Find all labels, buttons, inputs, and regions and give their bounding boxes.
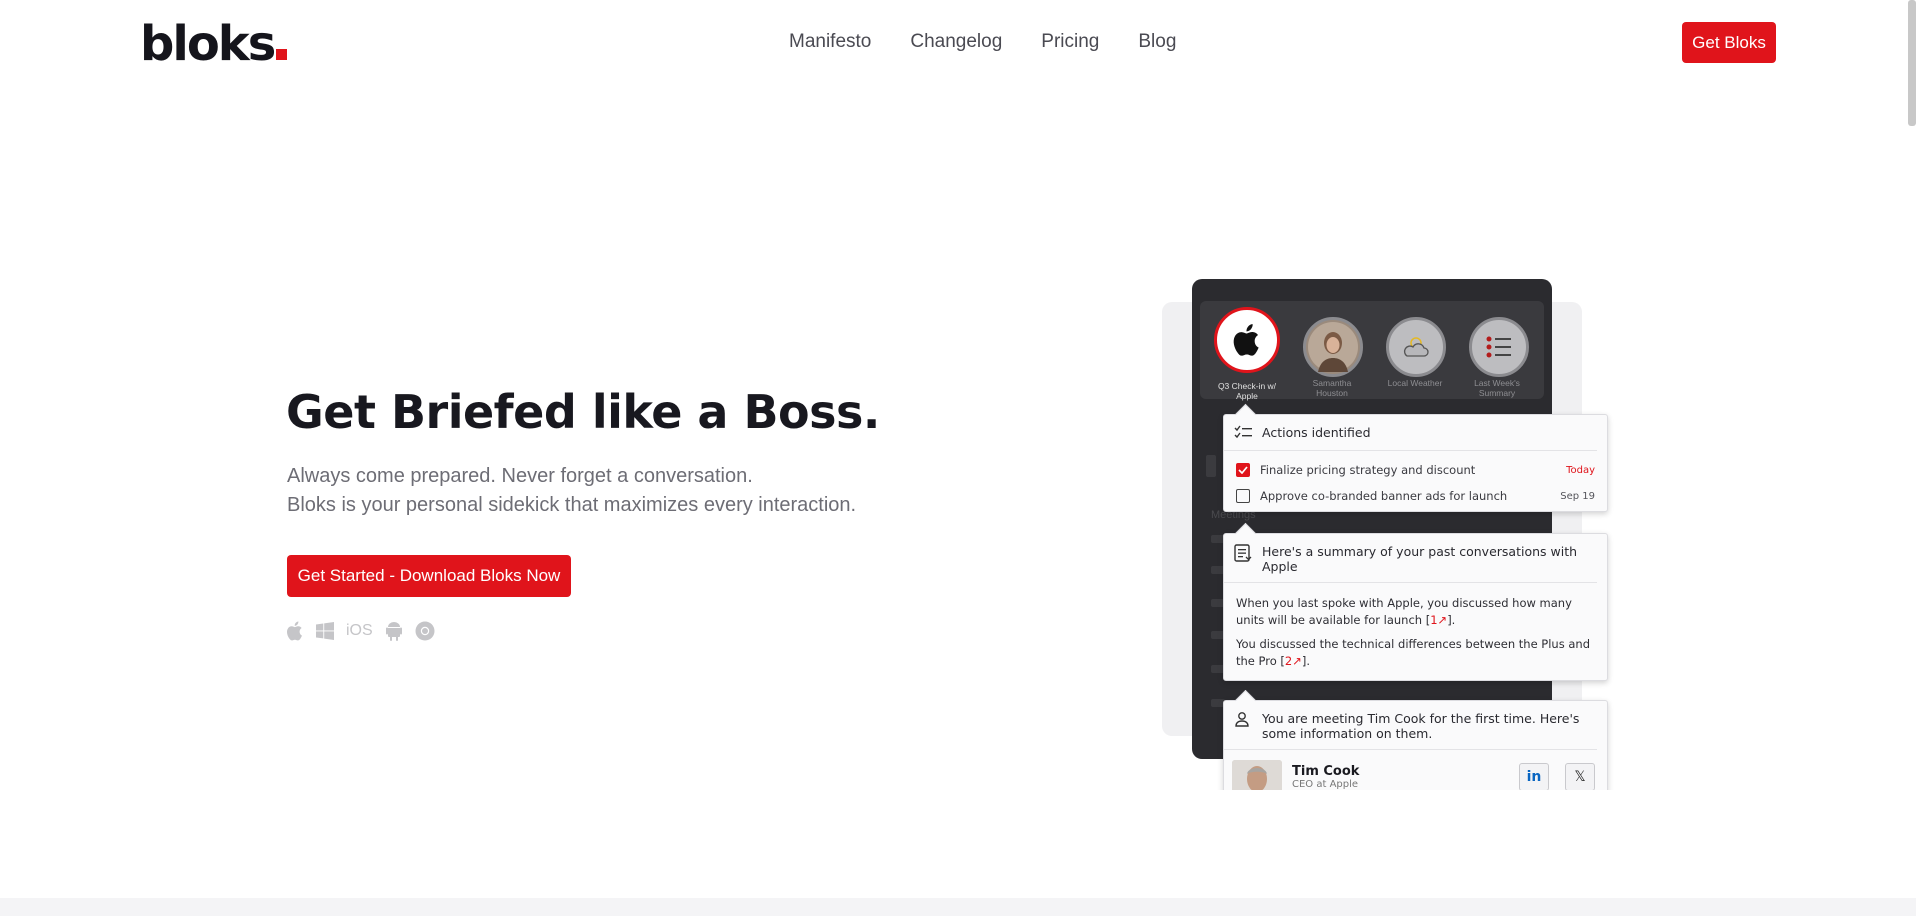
android-icon[interactable] bbox=[385, 620, 403, 642]
summary-paragraph: When you last spoke with Apple, you disc… bbox=[1236, 596, 1572, 627]
person-role: CEO at Apple bbox=[1292, 779, 1359, 790]
x-icon[interactable]: 𝕏 bbox=[1565, 763, 1595, 790]
windows-icon[interactable] bbox=[316, 620, 334, 642]
apple-icon bbox=[1233, 324, 1259, 356]
card-header: Here's a summary of your past conversati… bbox=[1224, 534, 1597, 583]
nav-manifesto[interactable]: Manifesto bbox=[789, 31, 871, 53]
apple-icon[interactable] bbox=[286, 620, 304, 642]
app-mockup: Q3 Check-in w/ Apple Samantha Houston Lo… bbox=[1192, 279, 1552, 759]
hero-subtitle: Always come prepared. Never forget a con… bbox=[287, 462, 856, 519]
check-icon bbox=[1238, 466, 1248, 474]
hero-title: Get Briefed like a Boss. bbox=[286, 385, 880, 439]
person-name: Tim Cook bbox=[1292, 764, 1360, 779]
linkedin-icon[interactable]: in bbox=[1519, 763, 1549, 790]
nav-blog[interactable]: Blog bbox=[1138, 31, 1176, 53]
checkbox-checked[interactable] bbox=[1236, 463, 1250, 477]
card-header: Actions identified bbox=[1224, 415, 1597, 451]
logo-dot bbox=[276, 49, 288, 60]
due-date: Today bbox=[1566, 464, 1595, 476]
chrome-icon[interactable] bbox=[415, 620, 435, 642]
summary-card: Here's a summary of your past conversati… bbox=[1223, 522, 1608, 681]
due-date: Sep 19 bbox=[1560, 490, 1595, 502]
avatar-label: Last Week's Summary bbox=[1474, 378, 1520, 398]
avatar-label: Local Weather bbox=[1387, 378, 1443, 388]
actions-card: Actions identified Finalize pricing stra… bbox=[1223, 403, 1608, 512]
checkbox-unchecked[interactable] bbox=[1236, 489, 1250, 503]
weather-icon bbox=[1403, 337, 1429, 357]
avatar-label: Q3 Check-in w/ Apple bbox=[1217, 381, 1277, 401]
avatar-summary[interactable] bbox=[1469, 317, 1529, 377]
list-icon bbox=[1486, 336, 1511, 358]
card-title: Here's a summary of your past conversati… bbox=[1262, 544, 1578, 574]
action-item[interactable]: Approve co-branded banner ads for launch… bbox=[1224, 483, 1607, 509]
platform-icons: iOS bbox=[286, 620, 435, 642]
ghost-block bbox=[1206, 455, 1216, 477]
next-section-band bbox=[0, 898, 1916, 916]
card-title: Actions identified bbox=[1262, 425, 1371, 440]
nav-changelog[interactable]: Changelog bbox=[910, 31, 1002, 53]
main-nav: Manifesto Changelog Pricing Blog bbox=[789, 31, 1176, 53]
person-row: Tim Cook CEO at Apple in 𝕏 bbox=[1224, 750, 1607, 790]
citation-link[interactable]: 2↗ bbox=[1285, 654, 1302, 668]
person-card-clip: You are meeting Tim Cook for the first t… bbox=[1210, 690, 1630, 790]
checklist-icon bbox=[1234, 425, 1252, 442]
person-info: Tim Cook CEO at Apple bbox=[1292, 764, 1509, 790]
person-avatar bbox=[1232, 760, 1282, 790]
avatar-apple[interactable] bbox=[1214, 307, 1280, 373]
person-icon bbox=[1234, 711, 1252, 730]
avatar-label: Samantha Houston bbox=[1312, 378, 1352, 398]
get-bloks-button[interactable]: Get Bloks bbox=[1682, 22, 1776, 63]
person-photo bbox=[1308, 322, 1358, 372]
download-button[interactable]: Get Started - Download Bloks Now bbox=[287, 555, 571, 597]
action-text: Finalize pricing strategy and discount bbox=[1260, 463, 1476, 477]
nav-pricing[interactable]: Pricing bbox=[1041, 31, 1099, 53]
citation-link[interactable]: 1↗ bbox=[1430, 613, 1447, 627]
hero-subtitle-line2: Bloks is your personal sidekick that max… bbox=[287, 493, 857, 516]
hero-subtitle-line1: Always come prepared. Never forget a con… bbox=[287, 465, 753, 487]
action-item[interactable]: Finalize pricing strategy and discount T… bbox=[1224, 457, 1607, 483]
card-title: You are meeting Tim Cook for the first t… bbox=[1262, 711, 1580, 741]
summary-icon bbox=[1234, 544, 1252, 567]
bloks-logo[interactable]: bloks bbox=[140, 14, 288, 74]
ios-label[interactable]: iOS bbox=[346, 620, 373, 642]
person-card: You are meeting Tim Cook for the first t… bbox=[1223, 690, 1608, 790]
avatar-samantha[interactable] bbox=[1303, 317, 1363, 377]
page-scrollbar[interactable] bbox=[1908, 0, 1916, 126]
action-text: Approve co-branded banner ads for launch bbox=[1260, 489, 1508, 503]
avatar-weather[interactable] bbox=[1386, 317, 1446, 377]
card-header: You are meeting Tim Cook for the first t… bbox=[1224, 701, 1597, 750]
summary-paragraph: You discussed the technical differences … bbox=[1236, 637, 1591, 668]
